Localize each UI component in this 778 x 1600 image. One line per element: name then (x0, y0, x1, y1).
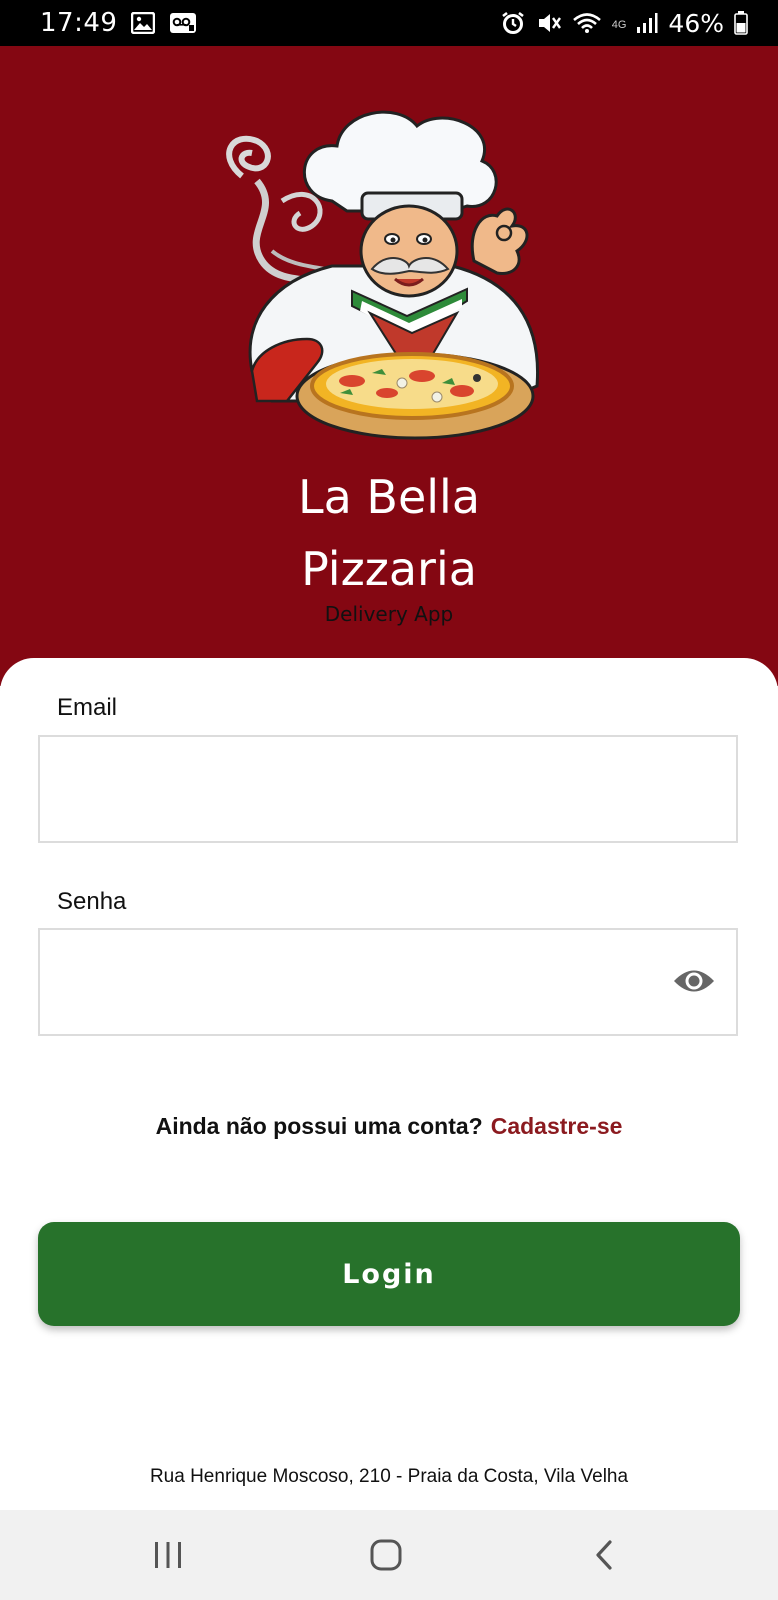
network-type-label: 4G (611, 18, 627, 31)
email-field[interactable] (38, 735, 738, 843)
status-bar: 17:49 4G 46% (0, 0, 778, 46)
home-icon[interactable] (356, 1532, 416, 1578)
password-field[interactable] (38, 928, 738, 1036)
alarm-icon (500, 11, 526, 35)
app-title: La Bella Pizzaria (0, 461, 778, 605)
wifi-icon (572, 11, 602, 35)
login-card: Email Senha Ainda não possui uma conta? C… (0, 658, 778, 1510)
battery-percentage: 46% (668, 8, 724, 38)
login-screen: 17:49 4G 46% La Bella Pizzaria Delivery … (0, 0, 778, 1600)
signup-prompt-row: Ainda não possui uma conta? Cadastre-se (0, 1113, 778, 1140)
chef-logo (212, 101, 562, 451)
signal-icon (636, 12, 658, 34)
mute-icon (536, 11, 562, 35)
status-time: 17:49 (40, 8, 118, 38)
image-icon (131, 12, 156, 34)
system-nav-bar (0, 1510, 778, 1600)
brand-header: La Bella Pizzaria Delivery App (0, 46, 778, 686)
signup-prompt-text: Ainda não possui uma conta? (155, 1113, 483, 1139)
back-icon[interactable] (574, 1532, 634, 1578)
app-title-line1: La Bella (297, 470, 481, 524)
email-label: Email (57, 694, 118, 721)
footer-address: Rua Henrique Moscoso, 210 - Praia da Cos… (149, 1466, 629, 1487)
app-subtitle: Delivery App (324, 602, 454, 626)
login-button[interactable]: Login (38, 1222, 740, 1326)
recent-apps-icon[interactable] (138, 1532, 198, 1578)
battery-icon (734, 11, 748, 35)
voicemail-icon (169, 12, 197, 34)
eye-icon[interactable] (672, 964, 716, 998)
app-title-line2: Pizzaria (301, 542, 477, 596)
signup-link[interactable]: Cadastre-se (491, 1113, 623, 1139)
password-label: Senha (57, 888, 127, 915)
